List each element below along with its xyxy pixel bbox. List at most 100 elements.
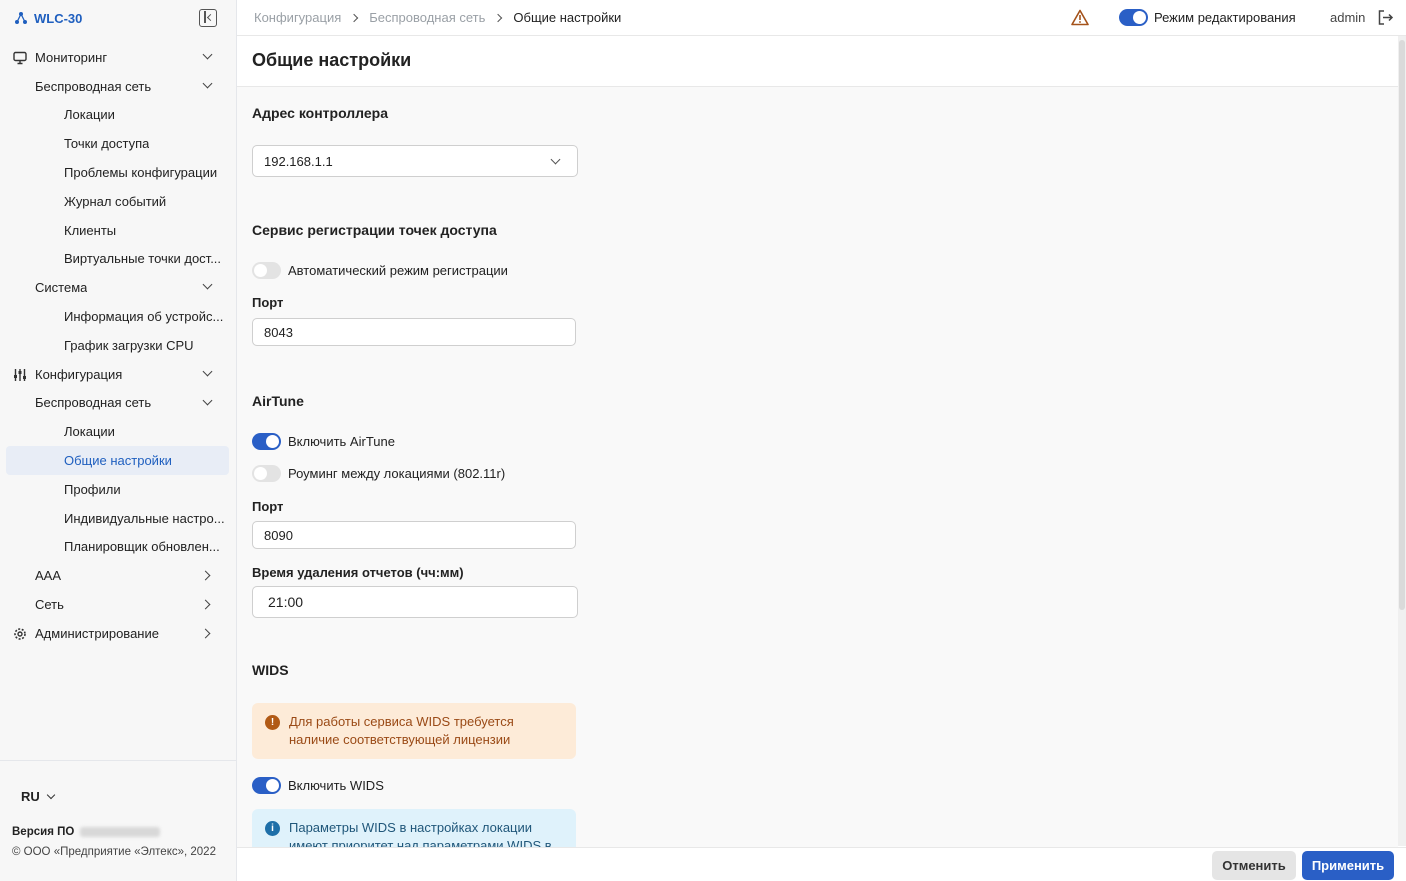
page-header: Общие настройки <box>237 36 1398 87</box>
airtune-enable-row: Включить AirTune <box>252 433 395 450</box>
sidebar-item-label: Журнал событий <box>64 193 167 209</box>
exclamation-icon: ! <box>265 715 280 730</box>
cancel-button[interactable]: Отменить <box>1212 851 1296 880</box>
sidebar-item[interactable]: Беспроводная сеть <box>0 389 237 418</box>
roaming-label: Роуминг между локациями (802.11r) <box>288 466 506 481</box>
sidebar-item-label: Сеть <box>35 597 64 613</box>
sidebar-item[interactable]: Проблемы конфигурации <box>0 158 237 187</box>
logout-icon[interactable] <box>1377 9 1394 26</box>
auto-registration-toggle[interactable] <box>252 262 281 279</box>
apply-button[interactable]: Применить <box>1302 851 1394 880</box>
sidebar-item[interactable]: Клиенты <box>0 216 237 245</box>
chevron-down-icon <box>46 790 56 799</box>
page-scrollbar[interactable] <box>1398 36 1406 846</box>
chevron-right-icon <box>200 570 211 581</box>
wids-info-note: i Параметры WIDS в настройках локации им… <box>252 809 576 847</box>
sidebar-item-label: Администрирование <box>35 625 159 641</box>
sidebar-item[interactable]: Сеть <box>0 590 237 619</box>
firmware-version: Версия ПО <box>12 826 161 838</box>
page-title: Общие настройки <box>252 50 412 70</box>
sidebar-item-label: Планировщик обновлен... <box>64 539 220 555</box>
sidebar-item[interactable]: График загрузки CPU <box>0 331 237 360</box>
sidebar-nav: Мониторинг Беспроводная сеть Локации Точки … <box>0 43 237 648</box>
warning-icon[interactable] <box>1071 9 1089 26</box>
airtune-port-input[interactable]: 8090 <box>252 521 576 549</box>
sidebar-item-label: Информация об устройс... <box>64 309 224 325</box>
collapse-sidebar-icon[interactable] <box>199 9 217 27</box>
sidebar-item-label: Система <box>35 280 88 296</box>
airtune-section-title: AirTune <box>252 393 304 409</box>
airtune-enable-label: Включить AirTune <box>288 434 395 449</box>
footer-actions: Отменить Применить <box>237 847 1406 881</box>
app-title: WLC-30 <box>34 10 83 26</box>
sidebar-item[interactable]: Профили <box>0 475 237 504</box>
registration-port-value: 8043 <box>264 324 293 340</box>
roaming-toggle[interactable] <box>252 465 281 482</box>
sidebar-item[interactable]: Виртуальные точки дост... <box>0 245 237 274</box>
sidebar-item[interactable]: Планировщик обновлен... <box>0 533 237 562</box>
sidebar-item[interactable]: Мониторинг <box>0 43 237 72</box>
topbar: Конфигурация Беспроводная сеть Общие нас… <box>237 0 1406 36</box>
wids-enable-toggle[interactable] <box>252 777 281 794</box>
edit-mode-label: Режим редактирования <box>1154 10 1296 25</box>
sidebar-item-label: Локации <box>64 107 115 123</box>
sliders-icon <box>13 368 27 382</box>
sidebar: WLC-30 Мониторинг Беспроводная сеть Локаци… <box>0 0 237 881</box>
sidebar-item[interactable]: Локации <box>0 417 237 446</box>
user-name[interactable]: admin <box>1330 10 1365 25</box>
wids-info-text: Параметры WIDS в настройках локации имею… <box>289 820 552 847</box>
language-select[interactable]: RU <box>21 789 56 804</box>
sidebar-item[interactable]: Информация об устройс... <box>0 302 237 331</box>
sidebar-item[interactable]: AAA <box>0 561 237 590</box>
language-label: RU <box>21 789 40 804</box>
sidebar-item-label: Виртуальные точки дост... <box>64 251 222 267</box>
sidebar-item[interactable]: Журнал событий <box>0 187 237 216</box>
chevron-down-icon <box>202 78 213 89</box>
sidebar-item[interactable]: Точки доступа <box>0 129 237 158</box>
version-label: Версия ПО <box>12 826 75 838</box>
sidebar-item[interactable]: Локации <box>0 101 237 130</box>
breadcrumb-item[interactable]: Конфигурация <box>254 10 341 25</box>
wids-license-warning: ! Для работы сервиса WIDS требуется нали… <box>252 703 576 759</box>
sidebar-item-label: Точки доступа <box>64 136 150 152</box>
sidebar-item-label: Локации <box>64 424 115 440</box>
delete-time-label: Время удаления отчетов (чч:мм) <box>252 565 464 580</box>
sidebar-item[interactable]: Администрирование <box>0 619 237 648</box>
wids-license-warning-text: Для работы сервиса WIDS требуется наличи… <box>289 714 514 747</box>
delete-time-value: 21:00 <box>268 594 304 610</box>
breadcrumb-item[interactable]: Беспроводная сеть <box>369 10 485 25</box>
sidebar-item[interactable]: Конфигурация <box>0 360 237 389</box>
sidebar-item-label: Общие настройки <box>64 453 172 469</box>
registration-port-input[interactable]: 8043 <box>252 318 576 346</box>
sidebar-item-label: Беспроводная сеть <box>35 395 152 411</box>
settings-form: Адрес контроллера 192.168.1.1 Сервис рег… <box>237 87 1398 847</box>
sidebar-item-label: Профили <box>64 481 121 497</box>
airtune-enable-toggle[interactable] <box>252 433 281 450</box>
monitor-icon <box>13 51 27 65</box>
controller-address-select[interactable]: 192.168.1.1 <box>252 145 578 177</box>
chevron-right-icon <box>494 13 503 22</box>
wids-enable-row: Включить WIDS <box>252 777 384 794</box>
chevron-down-icon <box>202 49 213 60</box>
breadcrumb: Конфигурация Беспроводная сеть Общие нас… <box>254 10 621 25</box>
scrollbar-thumb[interactable] <box>1399 40 1405 610</box>
auto-registration-row: Автоматический режим регистрации <box>252 262 508 279</box>
chevron-right-icon <box>200 628 211 639</box>
auto-registration-label: Автоматический режим регистрации <box>288 263 508 278</box>
edit-mode-toggle[interactable] <box>1119 9 1148 26</box>
sidebar-item[interactable]: Общие настройки <box>6 446 229 475</box>
copyright: © ООО «Предприятие «Элтекс», 2022 <box>12 846 216 858</box>
chevron-right-icon <box>350 13 359 22</box>
sidebar-item-label: График загрузки CPU <box>64 337 194 353</box>
chevron-right-icon <box>200 599 211 610</box>
sidebar-item-label: Проблемы конфигурации <box>64 165 218 181</box>
delete-time-input[interactable]: 21:00 <box>252 586 578 618</box>
gear-icon <box>13 627 27 641</box>
sidebar-item-label: AAA <box>35 568 62 584</box>
sidebar-item[interactable]: Система <box>0 273 237 302</box>
sidebar-divider <box>0 760 237 761</box>
sidebar-item[interactable]: Беспроводная сеть <box>0 72 237 101</box>
chevron-down-icon <box>202 366 213 377</box>
registration-port-label: Порт <box>252 295 284 310</box>
sidebar-item[interactable]: Индивидуальные настро... <box>0 504 237 533</box>
